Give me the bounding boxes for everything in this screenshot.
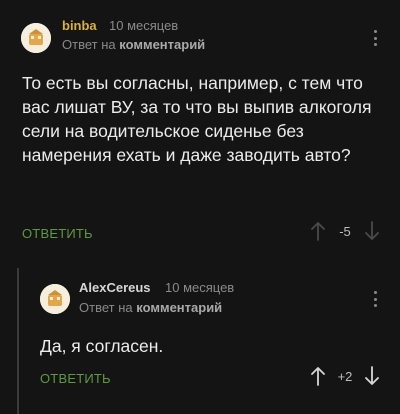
- reply-to-link[interactable]: комментарий: [136, 300, 222, 315]
- comment-timestamp: 10 месяцев: [109, 18, 179, 33]
- comment-score: -5: [339, 223, 351, 239]
- default-avatar-icon: [21, 23, 51, 53]
- arrow-down-icon[interactable]: [364, 365, 380, 387]
- comment-username[interactable]: AlexCereus: [79, 280, 151, 295]
- avatar[interactable]: [21, 23, 51, 53]
- comment-text: Да, я согласен.: [40, 336, 164, 356]
- comment-username[interactable]: binba: [62, 18, 97, 33]
- reply-to-link[interactable]: комментарий: [119, 37, 205, 52]
- vote-controls: +2: [310, 365, 380, 387]
- comment-score: +2: [337, 368, 353, 384]
- default-avatar-icon: [40, 284, 70, 314]
- comment: binba 10 месяцев Ответ на комментарий То…: [0, 0, 400, 262]
- comment-timestamp: 10 месяцев: [165, 280, 235, 295]
- kebab-menu-icon[interactable]: [370, 28, 380, 48]
- arrow-up-icon[interactable]: [310, 220, 326, 242]
- vote-controls: -5: [310, 220, 380, 242]
- arrow-up-icon[interactable]: [310, 365, 326, 387]
- reply-to-prefix: Ответ на: [79, 300, 133, 315]
- avatar[interactable]: [40, 284, 70, 314]
- comment-text: То есть вы согласны, например, с тем что…: [22, 73, 372, 165]
- kebab-menu-icon[interactable]: [370, 289, 380, 309]
- reply-to-line: Ответ на комментарий: [79, 300, 222, 315]
- reply-button[interactable]: ОТВЕТИТЬ: [22, 226, 93, 241]
- arrow-down-icon[interactable]: [364, 220, 380, 242]
- reply-to-line: Ответ на комментарий: [62, 37, 205, 52]
- reply-to-prefix: Ответ на: [62, 37, 116, 52]
- reply-button[interactable]: ОТВЕТИТЬ: [40, 371, 111, 386]
